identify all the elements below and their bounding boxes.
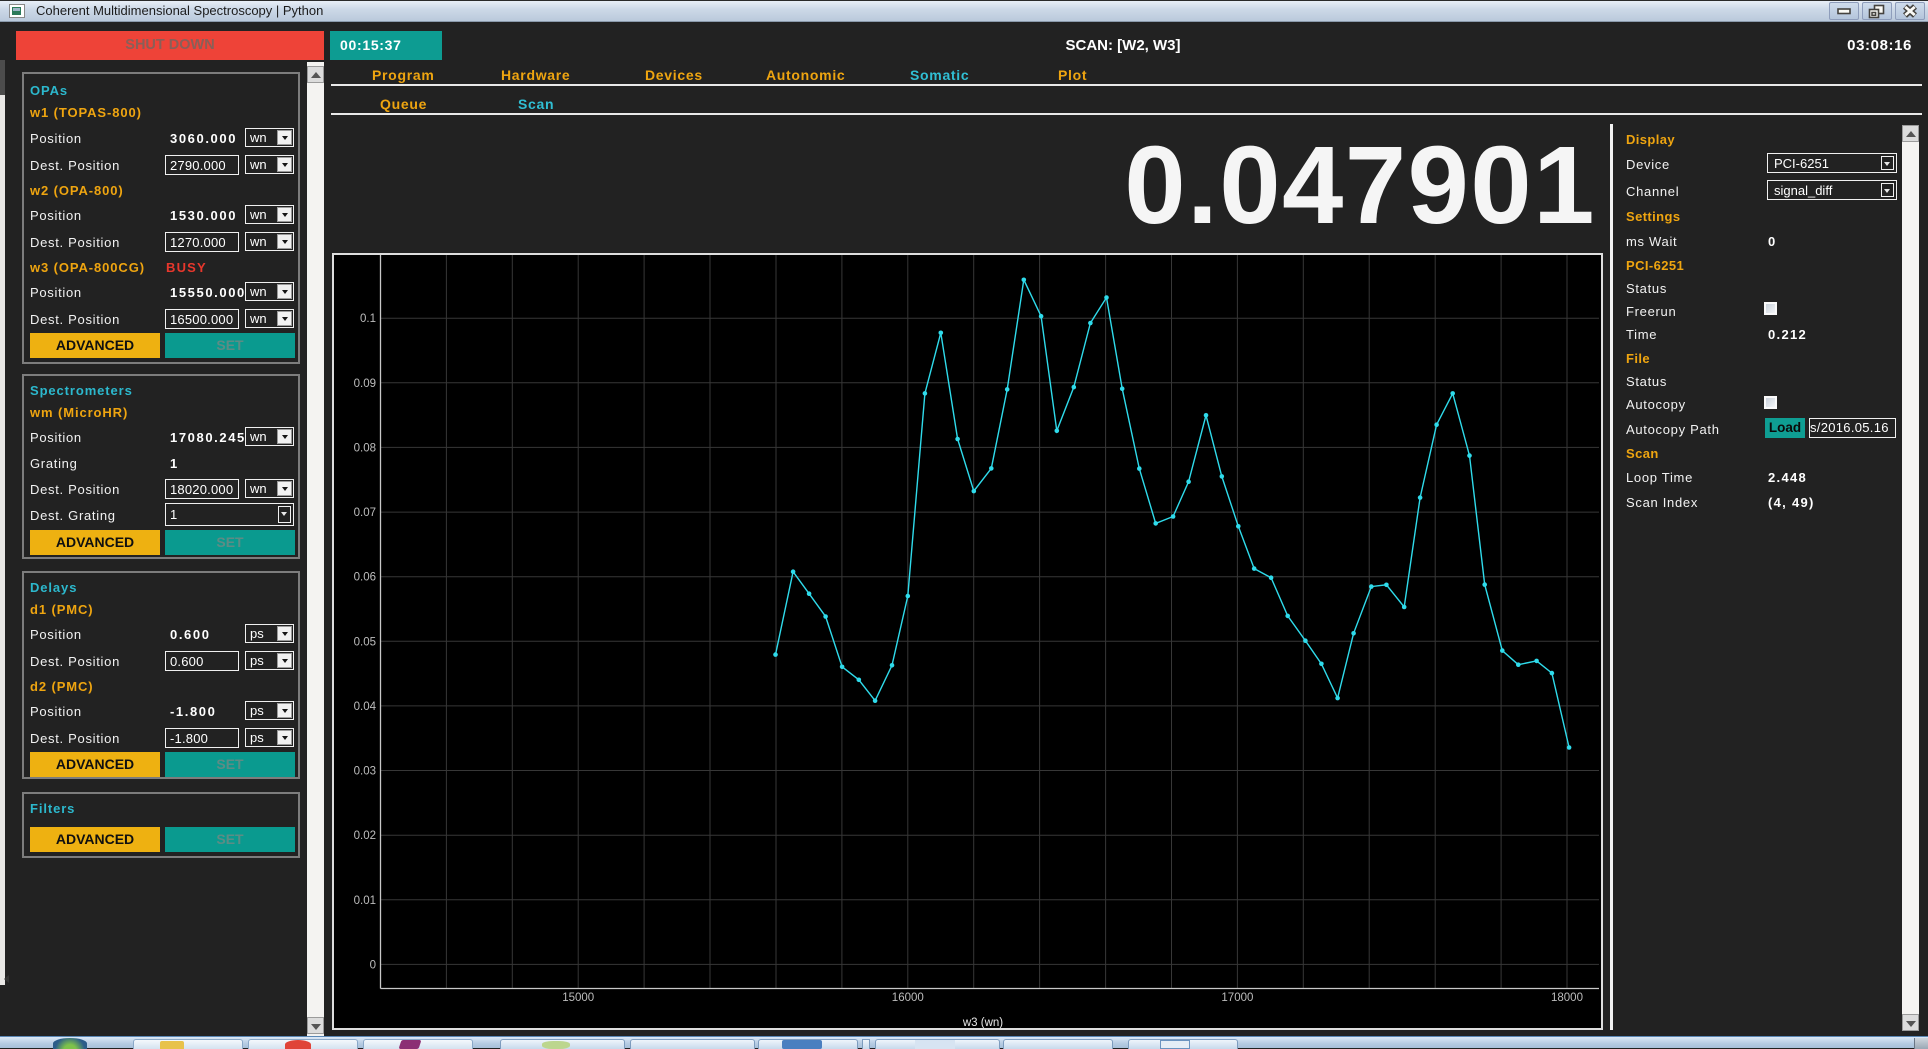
svg-text:0.05: 0.05 bbox=[354, 636, 376, 648]
svg-text:w3 (wn): w3 (wn) bbox=[962, 1017, 1003, 1028]
svg-text:0.07: 0.07 bbox=[354, 507, 376, 519]
svg-text:0.04: 0.04 bbox=[354, 701, 377, 713]
svg-text:0.01: 0.01 bbox=[354, 895, 376, 907]
svg-text:0.09: 0.09 bbox=[354, 378, 376, 390]
svg-text:0.02: 0.02 bbox=[354, 830, 376, 842]
svg-text:15000: 15000 bbox=[562, 992, 594, 1004]
svg-text:17000: 17000 bbox=[1221, 992, 1253, 1004]
svg-text:16000: 16000 bbox=[892, 992, 924, 1004]
svg-text:0.06: 0.06 bbox=[354, 572, 376, 584]
svg-text:0.03: 0.03 bbox=[354, 766, 376, 778]
svg-text:0.1: 0.1 bbox=[360, 313, 376, 325]
svg-text:0.08: 0.08 bbox=[354, 442, 376, 454]
svg-text:18000: 18000 bbox=[1551, 992, 1583, 1004]
svg-text:0: 0 bbox=[370, 959, 376, 971]
